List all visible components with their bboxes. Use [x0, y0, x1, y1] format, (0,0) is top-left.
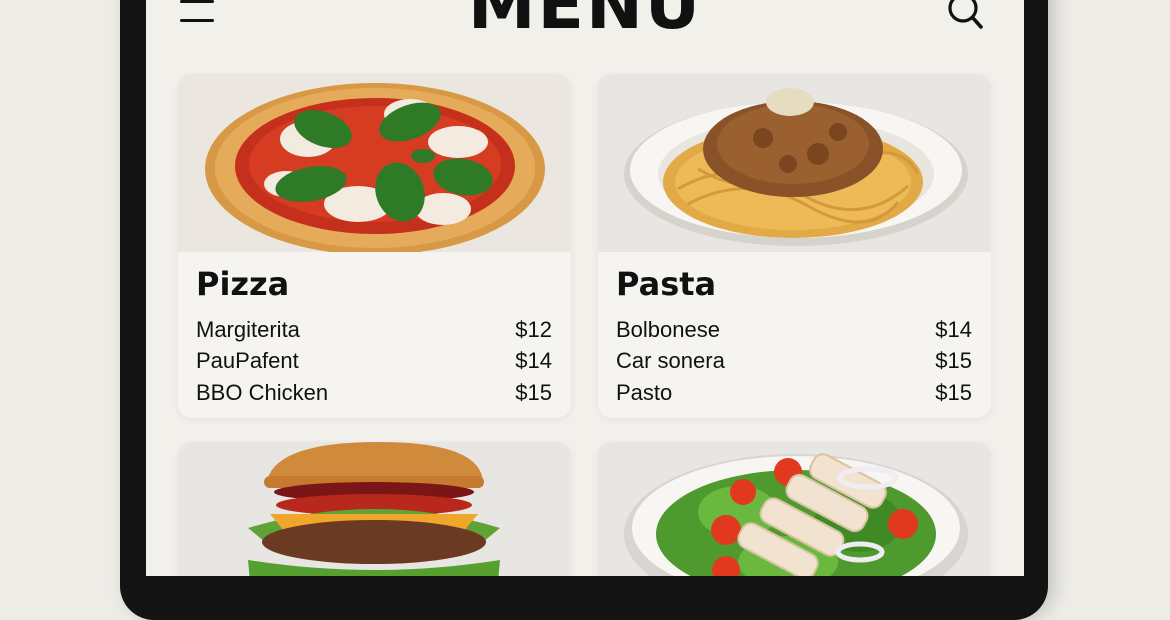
burger-image	[178, 442, 571, 576]
category-title-pasta: Pasta	[616, 265, 717, 303]
menu-card-burger[interactable]	[178, 442, 571, 576]
menu-item-name: Pasto	[616, 379, 673, 405]
pasta-image	[598, 74, 991, 252]
menu-card-pizza[interactable]: Pizza Margiterita $12 PauPafent $14 BBO …	[178, 74, 571, 418]
menu-item-row[interactable]: Car sonera $15	[616, 346, 973, 378]
menu-item-row[interactable]: PauPafent $14	[196, 346, 553, 378]
menu-item-price: $15	[935, 348, 972, 374]
menu-item-price: $15	[515, 379, 552, 405]
menu-item-price: $12	[515, 316, 552, 342]
page-title: MENU	[467, 0, 703, 45]
menu-item-row[interactable]: Margiterita $12	[196, 314, 553, 346]
menu-item-name: Car sonera	[616, 348, 725, 374]
search-icon[interactable]	[944, 0, 988, 32]
menu-item-row[interactable]: Bolbonese $14	[616, 314, 973, 346]
menu-card-salad[interactable]	[598, 442, 991, 576]
menu-item-price: $14	[935, 316, 972, 342]
menu-item-row[interactable]: BBO Chicken $15	[196, 377, 553, 409]
category-title-pizza: Pizza	[196, 265, 290, 303]
menu-item-name: Margiterita	[196, 316, 300, 342]
pizza-image	[178, 74, 571, 252]
menu-card-pasta[interactable]: Pasta Bolbonese $14 Car sonera $15 Pasto…	[598, 74, 991, 418]
menu-item-name: Bolbonese	[616, 316, 720, 342]
menu-item-name: PauPafent	[196, 348, 299, 374]
menu-item-name: BBO Chicken	[196, 379, 329, 405]
menu-item-row[interactable]: Pasto $15	[616, 377, 973, 409]
menu-item-price: $14	[515, 348, 552, 374]
menu-screen: MENU Pizza Margiterita $12 PauPafent $14…	[146, 0, 1024, 576]
menu-item-price: $15	[935, 379, 972, 405]
salad-image	[598, 442, 991, 576]
